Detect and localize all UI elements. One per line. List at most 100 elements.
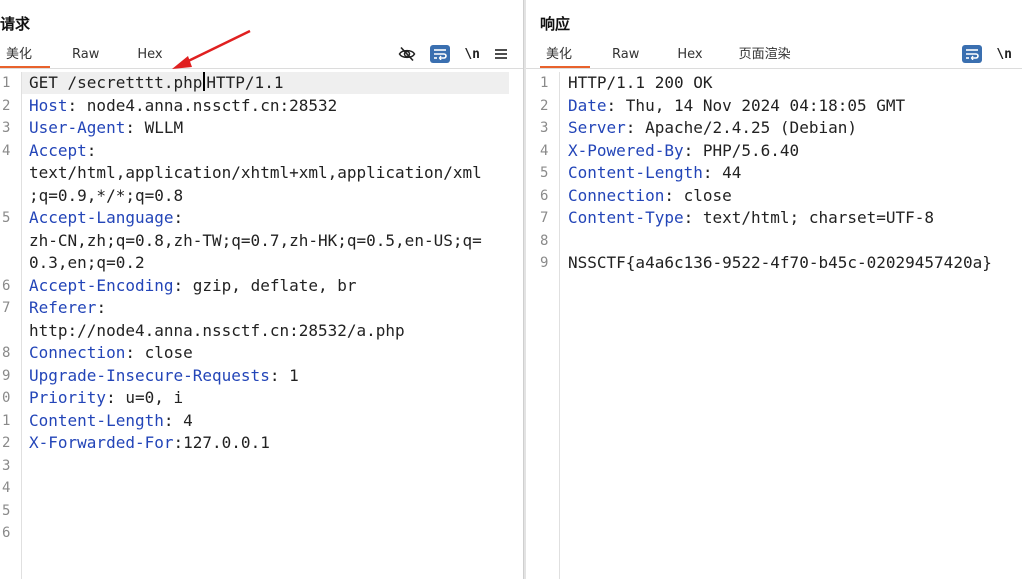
code-line[interactable]: 8 Connection: close — [0, 342, 523, 364]
code-line[interactable]: 7 Referer: — [0, 297, 523, 319]
wrap-lines-icon[interactable] — [430, 45, 451, 63]
eye-slash-icon[interactable] — [398, 44, 416, 64]
header-value: : close — [125, 343, 193, 362]
line-number: 4 — [540, 142, 549, 159]
request-toolbar: \n — [384, 44, 508, 64]
code-line[interactable]: 3 Server: Apache/2.4.25 (Debian) — [526, 117, 1022, 139]
code-text: Server: Apache/2.4.25 (Debian) — [568, 117, 857, 139]
line-number: 6 — [2, 277, 11, 294]
header-value: : 44 — [702, 163, 742, 182]
header-name: Server — [568, 118, 626, 137]
code-line[interactable]: http://node4.anna.nssctf.cn:28532/a.php — [0, 320, 523, 342]
header-value: :127.0.0.1 — [173, 433, 270, 452]
tab-pretty[interactable]: 美化 — [539, 44, 591, 68]
header-name: Referer — [29, 298, 97, 317]
code-line[interactable]: 7 Content-Type: text/html; charset=UTF-8 — [526, 207, 1022, 229]
header-name: Priority — [29, 388, 107, 407]
code-line[interactable]: ;q=0.9,*/*;q=0.8 — [0, 185, 523, 207]
code-line[interactable]: 3 User-Agent: WLLM — [0, 117, 523, 139]
code-line[interactable]: zh-CN,zh;q=0.8,zh-TW;q=0.7,zh-HK;q=0.5,e… — [0, 230, 523, 252]
line-number: 1 — [540, 75, 549, 91]
hamburger-menu-icon[interactable] — [494, 44, 508, 64]
code-line[interactable]: 3 — [0, 455, 523, 477]
tab-divider — [526, 68, 1022, 69]
code-line[interactable]: 4 Accept: — [0, 140, 523, 162]
code-line[interactable]: 1 Content-Length: 4 — [0, 410, 523, 432]
newline-toggle-icon[interactable]: \n — [996, 44, 1012, 64]
line-number: 5 — [2, 502, 11, 519]
code-line[interactable]: 6 — [0, 522, 523, 544]
line-number: 7 — [2, 300, 11, 316]
code-line[interactable]: 1 HTTP/1.1 200 OK — [526, 72, 1022, 94]
code-line[interactable]: 4 — [0, 477, 523, 499]
tab-raw[interactable]: Raw — [612, 44, 639, 68]
line-number: 8 — [540, 232, 549, 249]
code-line[interactable]: 6 Connection: close — [526, 185, 1022, 207]
header-name: Content-Type — [568, 208, 684, 227]
header-value: 0.3,en;q=0.2 — [29, 253, 145, 272]
header-value: : Thu, 14 Nov 2024 04:18:05 GMT — [606, 95, 906, 115]
tab-hex[interactable]: Hex — [677, 44, 702, 68]
header-value: : — [86, 140, 97, 160]
code-line[interactable]: 5 Content-Length: 44 — [526, 162, 1022, 184]
response-editor[interactable]: 1 HTTP/1.1 200 OK 2 Date: Thu, 14 Nov 2024 … — [526, 72, 1022, 579]
code-line[interactable]: 0 Priority: u=0, i — [0, 387, 523, 409]
code-text: ;q=0.9,*/*;q=0.8 — [29, 185, 183, 207]
code-line[interactable]: 5 Accept-Language: — [0, 207, 523, 229]
header-value: : close — [664, 185, 732, 205]
code-text: Referer: — [29, 297, 106, 319]
tab-render[interactable]: 页面渲染 — [739, 44, 791, 68]
code-line[interactable]: text/html,application/xhtml+xml,applicat… — [0, 162, 523, 184]
line-number: 5 — [2, 210, 11, 226]
response-pane: 响应 美化 Raw Hex 页面渲染 \n 1 HTTP/1.1 200 OK 2 D… — [526, 0, 1022, 579]
tab-divider — [0, 68, 523, 69]
code-line[interactable]: 5 — [0, 500, 523, 522]
line-number: 9 — [540, 255, 549, 271]
code-line[interactable]: 9 NSSCTF{a4a6c136-9522-4f70-b45c-02029457… — [526, 252, 1022, 274]
line-number: 2 — [540, 97, 549, 114]
request-editor[interactable]: 1 GET /secretttt.php HTTP/1.1 2 Host: node4.… — [0, 72, 523, 579]
wrap-lines-icon[interactable] — [962, 45, 983, 63]
header-value: zh-CN,zh;q=0.8,zh-TW;q=0.7,zh-HK;q=0.5,e… — [29, 230, 482, 250]
header-name: User-Agent — [29, 118, 126, 137]
code-line[interactable]: 1 GET /secretttt.php HTTP/1.1 — [0, 72, 523, 94]
code-text: Connection: close — [568, 185, 732, 207]
code-text: Accept-Language: — [29, 207, 183, 229]
tab-hex[interactable]: Hex — [137, 44, 162, 68]
line-number: 2 — [2, 435, 11, 451]
code-text: text/html,application/xhtml+xml,applicat… — [29, 162, 482, 184]
code-text: Content-Type: text/html; charset=UTF-8 — [568, 207, 934, 229]
code-line[interactable]: 2 Host: node4.anna.nssctf.cn:28532 — [0, 95, 523, 117]
code-text: Accept-Encoding: gzip, deflate, br — [29, 275, 357, 297]
request-pane: 请求 美化 Raw Hex \n 1 GET /secretttt.php HT… — [0, 0, 523, 579]
header-name: Content-Length — [29, 410, 164, 430]
header-value: http://node4.anna.nssctf.cn:28532/a.php — [29, 320, 405, 340]
header-value: NSSCTF{a4a6c136-9522-4f70-b45c-020294574… — [568, 253, 992, 272]
tab-raw[interactable]: Raw — [72, 44, 99, 68]
header-value: GET /secretttt.php — [29, 73, 203, 92]
line-number: 1 — [2, 412, 11, 429]
code-text: Host: node4.anna.nssctf.cn:28532 — [29, 95, 337, 117]
header-value: : 1 — [269, 365, 299, 385]
code-line[interactable]: 9 Upgrade-Insecure-Requests: 1 — [0, 365, 523, 387]
header-name: X-Powered-By — [568, 140, 684, 160]
tab-pretty[interactable]: 美化 — [0, 44, 51, 68]
header-name: Host — [29, 95, 68, 115]
header-value: : Apache/2.4.25 (Debian) — [625, 118, 857, 137]
response-tabs: 美化 Raw Hex 页面渲染 — [539, 44, 791, 68]
line-number: 7 — [540, 210, 549, 226]
code-line[interactable]: 2 Date: Thu, 14 Nov 2024 04:18:05 GMT — [526, 95, 1022, 117]
code-text: Content-Length: 4 — [29, 410, 193, 432]
code-line[interactable]: 0.3,en;q=0.2 — [0, 252, 523, 274]
code-line[interactable]: 8 — [526, 230, 1022, 252]
header-name: Content-Length — [568, 163, 703, 182]
header-value: : text/html; charset=UTF-8 — [683, 208, 935, 227]
code-line[interactable]: 4 X-Powered-By: PHP/5.6.40 — [526, 140, 1022, 162]
newline-toggle-icon[interactable]: \n — [464, 44, 480, 64]
header-value: : node4.anna.nssctf.cn:28532 — [67, 95, 338, 115]
code-line[interactable]: 2 X-Forwarded-For:127.0.0.1 — [0, 432, 523, 454]
header-value: : u=0, i — [106, 388, 184, 407]
code-line[interactable]: 6 Accept-Encoding: gzip, deflate, br — [0, 275, 523, 297]
line-number: 3 — [2, 120, 11, 136]
line-number: 4 — [2, 480, 11, 496]
